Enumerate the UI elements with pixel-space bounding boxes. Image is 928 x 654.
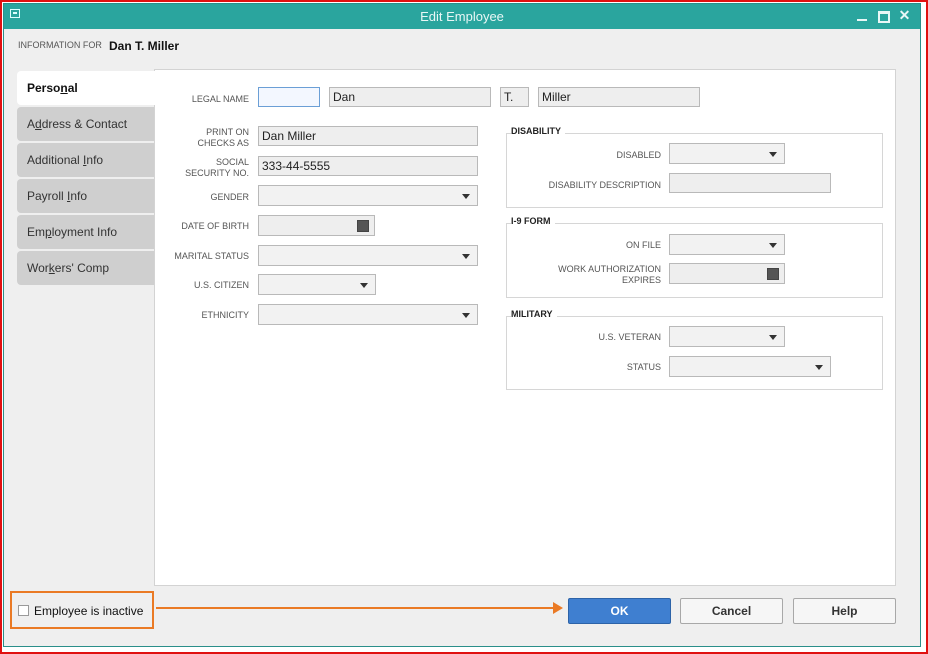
- work-authorization-label: WORK AUTHORIZATION EXPIRES: [511, 264, 661, 286]
- ssn-input[interactable]: [258, 156, 478, 176]
- print-on-checks-label: PRINT ON CHECKS AS: [165, 127, 249, 149]
- dob-input[interactable]: [258, 215, 375, 236]
- tab-label-mnemonic: n: [60, 81, 68, 95]
- marital-status-select[interactable]: [258, 245, 478, 266]
- military-status-label: STATUS: [626, 362, 661, 372]
- chevron-down-icon: [462, 254, 470, 259]
- edit-employee-window: Edit Employee ✕ INFORMATION FOR Dan T. M…: [3, 3, 921, 647]
- tab-additional-info[interactable]: Additional Info: [17, 143, 155, 177]
- cancel-button[interactable]: Cancel: [680, 598, 783, 624]
- tab-payroll-info[interactable]: Payroll Info: [17, 179, 155, 213]
- tab-label: Wor: [27, 261, 49, 275]
- last-name-input[interactable]: [538, 87, 700, 107]
- tab-label: loyment Info: [51, 225, 118, 239]
- employee-inactive-label[interactable]: Employee is inactive: [34, 604, 143, 618]
- screenshot-frame: Edit Employee ✕ INFORMATION FOR Dan T. M…: [0, 0, 928, 654]
- disabled-select[interactable]: [669, 143, 785, 164]
- first-name-input[interactable]: [329, 87, 491, 107]
- chevron-down-icon: [769, 335, 777, 340]
- tab-label: nfo: [86, 153, 104, 167]
- tab-label: al: [67, 81, 78, 95]
- gender-label: GENDER: [210, 192, 249, 202]
- calendar-icon[interactable]: [767, 268, 779, 280]
- chevron-down-icon: [769, 152, 777, 157]
- tab-label: A: [27, 117, 36, 131]
- help-button[interactable]: Help: [793, 598, 896, 624]
- tab-label: Perso: [27, 81, 61, 95]
- on-file-label: ON FILE: [625, 240, 661, 250]
- print-on-checks-input[interactable]: [258, 126, 478, 146]
- tab-label: nfo: [70, 189, 88, 203]
- marital-status-label: MARITAL STATUS: [174, 251, 249, 261]
- tab-label: Additional: [27, 153, 84, 167]
- chevron-down-icon: [462, 194, 470, 199]
- annotation-arrow-line: [156, 607, 556, 609]
- work-authorization-date-input[interactable]: [669, 263, 785, 284]
- ethnicity-select[interactable]: [258, 304, 478, 325]
- label-line: SOCIAL: [215, 157, 249, 167]
- disability-description-label: DISABILITY DESCRIPTION: [548, 180, 661, 190]
- tab-label: dress & Contact: [41, 117, 128, 131]
- tab-workers-comp[interactable]: Workers' Comp: [17, 251, 155, 285]
- gender-select[interactable]: [258, 185, 478, 206]
- label-line: PRINT ON: [206, 127, 249, 137]
- calendar-icon[interactable]: [357, 220, 369, 232]
- name-prefix-input[interactable]: [258, 87, 320, 107]
- tab-employment-info[interactable]: Employment Info: [17, 215, 155, 249]
- label-line: EXPIRES: [621, 275, 661, 285]
- chevron-down-icon: [462, 313, 470, 318]
- disability-description-input[interactable]: [669, 173, 831, 193]
- tab-label-mnemonic: p: [45, 225, 52, 239]
- legal-name-label: LEGAL NAME: [191, 94, 249, 104]
- tab-label-mnemonic: d: [35, 117, 42, 131]
- label-line: WORK AUTHORIZATION: [558, 264, 661, 274]
- us-citizen-select[interactable]: [258, 274, 376, 295]
- us-veteran-label: U.S. VETERAN: [598, 332, 661, 342]
- chevron-down-icon: [815, 365, 823, 370]
- i9-title: I-9 FORM: [511, 216, 555, 226]
- tab-personal[interactable]: Personal: [17, 71, 157, 105]
- annotation-arrow-head: [553, 602, 563, 614]
- ssn-label: SOCIAL SECURITY NO.: [165, 157, 249, 179]
- us-veteran-select[interactable]: [669, 326, 785, 347]
- disabled-label: DISABLED: [616, 150, 661, 160]
- inactive-highlight-box: Employee is inactive: [10, 591, 154, 629]
- ethnicity-label: ETHNICITY: [201, 310, 249, 320]
- tab-address-contact[interactable]: Address & Contact: [17, 107, 155, 141]
- ok-button[interactable]: OK: [568, 598, 671, 624]
- tab-label: Payroll: [27, 189, 68, 203]
- tab-label: Em: [27, 225, 45, 239]
- information-for-label: INFORMATION FOR: [18, 40, 102, 50]
- close-icon[interactable]: ✕: [897, 8, 912, 23]
- chevron-down-icon: [769, 243, 777, 248]
- title-bar: Edit Employee ✕: [4, 4, 920, 29]
- us-citizen-label: U.S. CITIZEN: [193, 280, 249, 290]
- label-line: SECURITY NO.: [185, 168, 249, 178]
- on-file-select[interactable]: [669, 234, 785, 255]
- military-status-select[interactable]: [669, 356, 831, 377]
- window-title: Edit Employee: [420, 9, 504, 24]
- military-title: MILITARY: [511, 309, 557, 319]
- minimize-icon[interactable]: [855, 8, 870, 23]
- middle-initial-input[interactable]: [500, 87, 529, 107]
- maximize-icon[interactable]: [876, 8, 891, 23]
- disability-title: DISABILITY: [511, 126, 566, 136]
- employee-name: Dan T. Miller: [109, 39, 180, 53]
- chevron-down-icon: [360, 283, 368, 288]
- label-line: CHECKS AS: [197, 138, 249, 148]
- employee-inactive-checkbox[interactable]: [18, 605, 29, 616]
- dob-label: DATE OF BIRTH: [181, 221, 249, 231]
- personal-panel: LEGAL NAME PRINT ONCHECKS AS SOCIALSECUR…: [154, 69, 896, 586]
- tab-label: ers' Comp: [54, 261, 110, 275]
